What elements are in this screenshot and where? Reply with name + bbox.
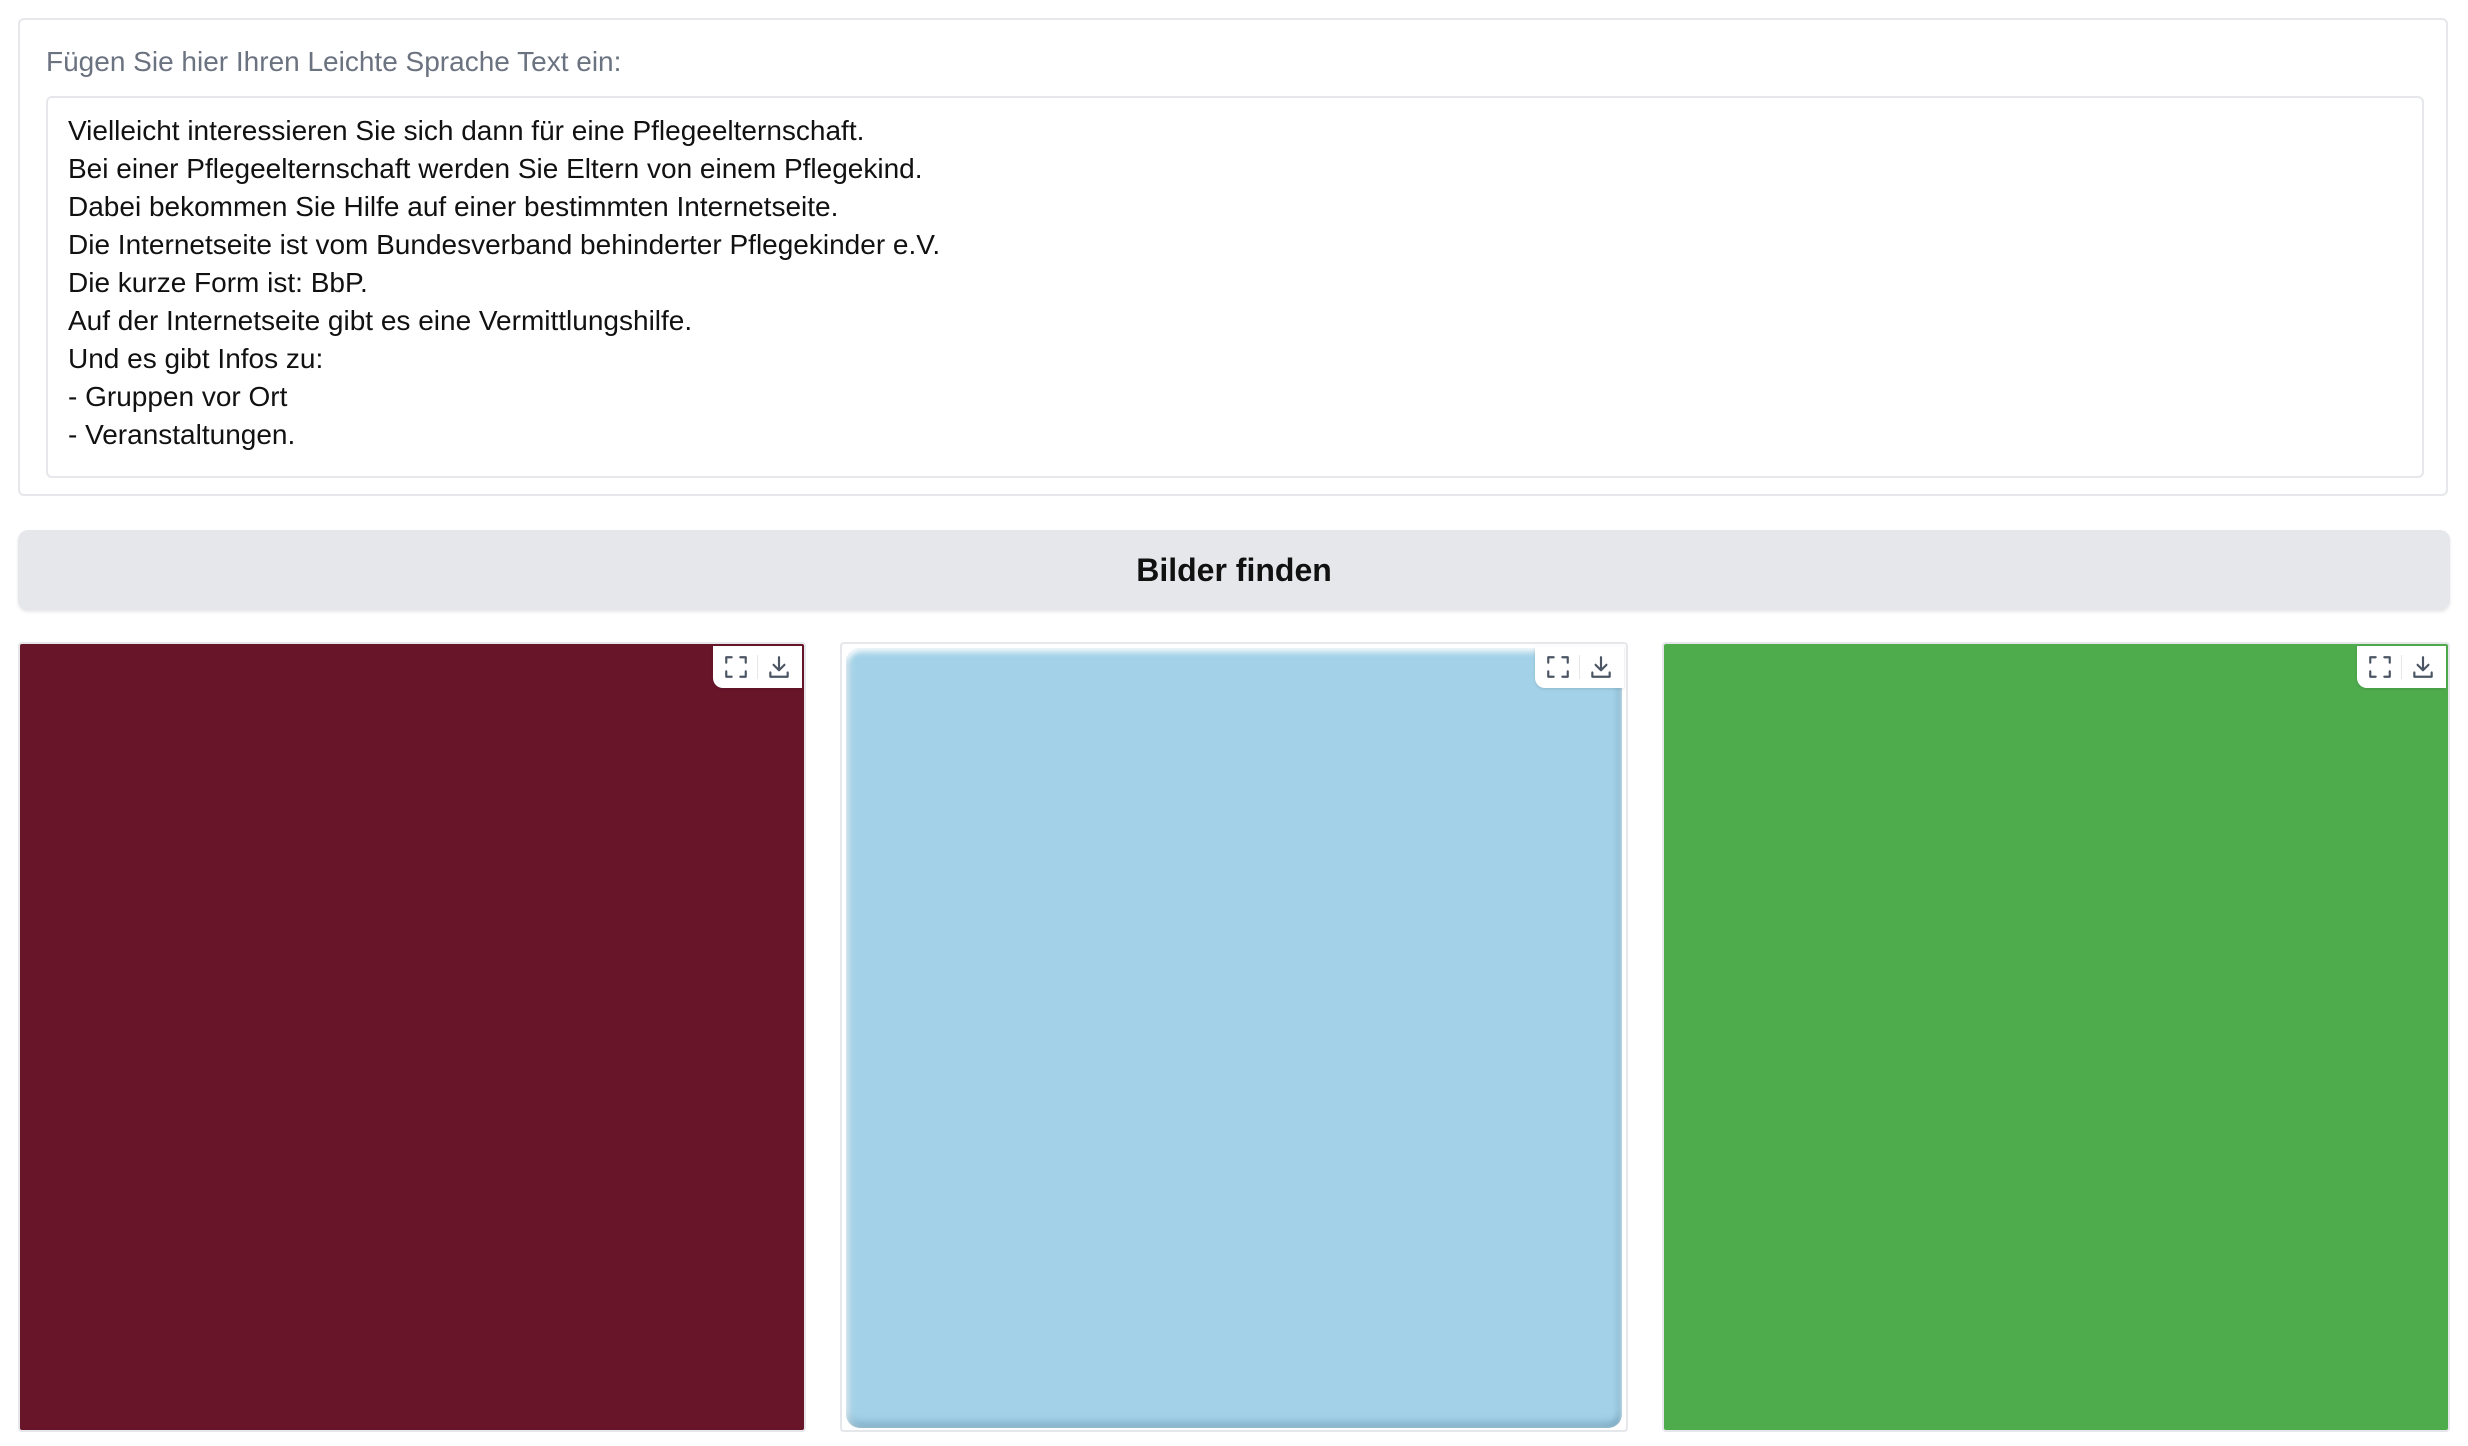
image-actions: [713, 646, 802, 688]
icon-divider: [2401, 655, 2402, 679]
image-result-3[interactable]: [1662, 642, 2450, 1432]
text-input-area[interactable]: Vielleicht interessieren Sie sich dann f…: [46, 96, 2424, 478]
image-result-1[interactable]: [18, 642, 806, 1432]
download-icon[interactable]: [1582, 648, 1620, 686]
image-actions: [2357, 646, 2446, 688]
image-content: [1664, 644, 2448, 1430]
download-icon[interactable]: [2404, 648, 2442, 686]
text-line: Vielleicht interessieren Sie sich dann f…: [68, 115, 865, 146]
page: Fügen Sie hier Ihren Leichte Sprache Tex…: [0, 0, 2468, 1446]
text-line: Bei einer Pflegeelternschaft werden Sie …: [68, 153, 923, 184]
text-input-block: Fügen Sie hier Ihren Leichte Sprache Tex…: [18, 18, 2448, 496]
text-line: Die Internetseite ist vom Bundesverband …: [68, 229, 941, 260]
find-images-button[interactable]: Bilder finden: [18, 530, 2450, 610]
fullscreen-icon[interactable]: [2361, 648, 2399, 686]
image-actions: [1535, 646, 1624, 688]
text-input-label: Fügen Sie hier Ihren Leichte Sprache Tex…: [46, 46, 622, 77]
image-result-2[interactable]: [840, 642, 1628, 1432]
text-line: - Gruppen vor Ort: [68, 381, 288, 412]
icon-divider: [1579, 655, 1580, 679]
fullscreen-icon[interactable]: [1539, 648, 1577, 686]
image-content: [20, 644, 804, 1430]
text-line: Auf der Internetseite gibt es eine Vermi…: [68, 305, 693, 336]
text-line: - Veranstaltungen.: [68, 419, 296, 450]
fullscreen-icon[interactable]: [717, 648, 755, 686]
text-line: Und es gibt Infos zu:: [68, 343, 324, 374]
image-content: [846, 648, 1622, 1428]
text-line: Die kurze Form ist: BbP.: [68, 267, 368, 298]
download-icon[interactable]: [760, 648, 798, 686]
icon-divider: [757, 655, 758, 679]
text-line: Dabei bekommen Sie Hilfe auf einer besti…: [68, 191, 839, 222]
